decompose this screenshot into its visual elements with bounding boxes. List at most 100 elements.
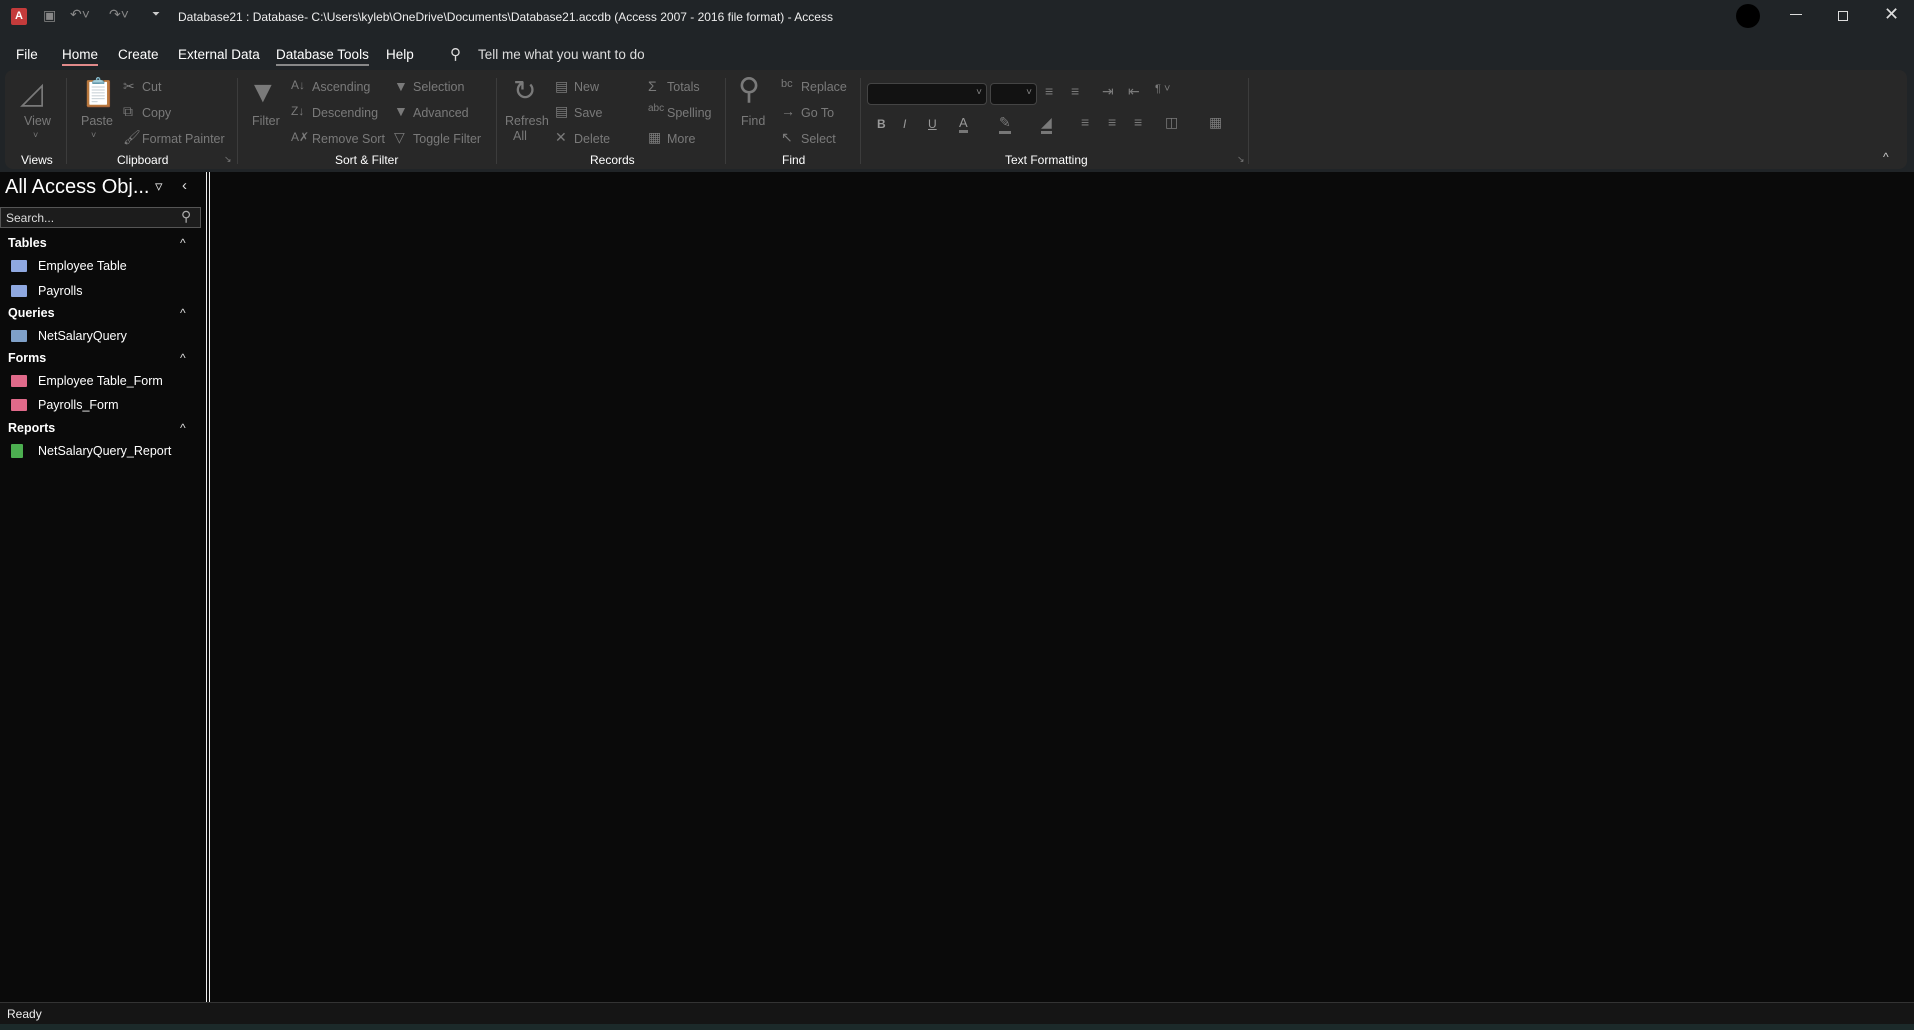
nav-group-forms[interactable]: Forms (8, 351, 46, 365)
underline-button[interactable]: U (928, 117, 937, 131)
nav-item-payrolls-form[interactable]: Payrolls_Form (38, 398, 119, 412)
search-icon: ⚲ (181, 208, 192, 224)
chevron-down-icon: ˅ (1026, 87, 1032, 98)
save-icon[interactable]: ▣ (43, 7, 56, 24)
select-icon: ↖ (781, 129, 793, 145)
goto-icon: → (781, 103, 795, 119)
nav-pane-splitter[interactable] (206, 172, 210, 1002)
nav-item-employee-table-form[interactable]: Employee Table_Form (38, 374, 163, 388)
italic-button[interactable]: I (903, 117, 906, 131)
minimize-icon[interactable] (1790, 14, 1802, 15)
select-button[interactable]: Select (801, 132, 836, 146)
advanced-button[interactable]: Advanced (413, 106, 469, 120)
more-icon: ▦ (648, 129, 662, 145)
decrease-indent-icon[interactable]: ⇤ (1128, 83, 1140, 100)
chevron-up-icon[interactable]: ^ (180, 351, 186, 365)
query-icon (11, 330, 27, 342)
filter-button[interactable]: Filter (252, 114, 280, 128)
undo-icon[interactable]: ↶˅ (70, 6, 90, 23)
refresh-all-label[interactable]: All (513, 129, 527, 143)
nav-group-queries[interactable]: Queries (8, 306, 55, 320)
title-bar: A ▣ ↶˅ ↷˅ ⏷ Database21 : Database- C:\Us… (0, 0, 1914, 34)
font-color-button[interactable]: A (959, 115, 968, 133)
descending-button[interactable]: Descending (312, 106, 378, 120)
nav-group-tables[interactable]: Tables (8, 236, 47, 250)
nav-pane-title[interactable]: All Access Obj... (5, 176, 150, 199)
nav-item-netsalaryquery[interactable]: NetSalaryQuery (38, 329, 127, 343)
tab-help[interactable]: Help (386, 47, 414, 62)
paragraph-direction-icon[interactable]: ¶ ˅ (1155, 83, 1170, 95)
increase-indent-icon[interactable]: ⇥ (1102, 83, 1114, 100)
alternate-row-color-icon[interactable]: ▦ (1209, 114, 1222, 131)
refresh-button[interactable]: Refresh (505, 114, 549, 128)
tab-home[interactable]: Home (62, 47, 99, 66)
paste-button[interactable]: Paste (81, 114, 113, 128)
spelling-button[interactable]: Spelling (667, 106, 711, 120)
ascending-button[interactable]: Ascending (312, 80, 370, 94)
nav-item-payrolls[interactable]: Payrolls (38, 284, 82, 298)
text-formatting-launcher-icon[interactable]: ↘ (1237, 154, 1245, 165)
toggle-filter-icon: ▽ (394, 129, 405, 145)
descending-icon: Z↓ (291, 104, 305, 118)
numbering-icon[interactable]: ≡ (1071, 83, 1079, 99)
tell-me-input[interactable]: Tell me what you want to do (478, 47, 645, 62)
gridlines-icon[interactable]: ◫ (1165, 114, 1178, 131)
collapse-ribbon-icon[interactable]: ^ (1883, 150, 1889, 164)
avatar[interactable] (1736, 4, 1760, 28)
find-icon: ⚲ (738, 73, 760, 106)
new-record-icon: ▤ (555, 78, 569, 94)
chevron-up-icon[interactable]: ^ (180, 421, 186, 435)
align-left-icon[interactable]: ≡ (1081, 114, 1089, 130)
fill-color-icon[interactable]: ◢ (1041, 114, 1052, 134)
nav-item-netsalaryquery-report[interactable]: NetSalaryQuery_Report (38, 444, 171, 458)
tab-database-tools[interactable]: Database Tools (276, 47, 369, 66)
nav-search-input[interactable]: Search... ⚲ (0, 207, 201, 228)
nav-menu-dropdown-icon[interactable]: ▿ (155, 177, 163, 195)
ribbon: ◿ View ˅ Views 📋 Paste ˅ ✂ Cut ⧉ Copy 🖌 … (5, 70, 1907, 169)
collapse-nav-icon[interactable]: ‹ (182, 177, 187, 194)
more-button[interactable]: More (667, 132, 695, 146)
nav-item-employee-table[interactable]: Employee Table (38, 259, 127, 273)
save-record-icon: ▤ (555, 103, 569, 119)
find-button[interactable]: Find (741, 114, 765, 128)
replace-button[interactable]: Replace (801, 80, 847, 94)
align-center-icon[interactable]: ≡ (1108, 114, 1116, 130)
restore-icon[interactable] (1838, 11, 1848, 21)
tab-external-data[interactable]: External Data (178, 47, 260, 62)
format-painter-button[interactable]: Format Painter (142, 132, 225, 146)
advanced-icon: ▼ (394, 103, 408, 119)
new-button[interactable]: New (574, 80, 599, 94)
goto-button[interactable]: Go To (801, 106, 834, 120)
cut-button[interactable]: Cut (142, 80, 161, 94)
replace-icon: bc (781, 78, 793, 90)
remove-sort-button[interactable]: Remove Sort (312, 132, 385, 146)
nav-group-reports[interactable]: Reports (8, 421, 55, 435)
chevron-up-icon[interactable]: ^ (180, 306, 186, 320)
redo-icon[interactable]: ↷˅ (109, 6, 129, 23)
highlight-icon[interactable]: ✎ (999, 114, 1011, 134)
view-button[interactable]: View (24, 114, 51, 128)
delete-button[interactable]: Delete (574, 132, 610, 146)
chevron-up-icon[interactable]: ^ (180, 236, 186, 250)
ascending-icon: A↓ (291, 78, 306, 92)
search-placeholder: Search... (6, 211, 55, 225)
copy-button[interactable]: Copy (142, 106, 171, 120)
bullets-icon[interactable]: ≡ (1045, 83, 1053, 99)
font-size-select[interactable]: ˅ (990, 83, 1037, 105)
customize-icon[interactable]: ⏷ (152, 9, 160, 20)
toggle-filter-button[interactable]: Toggle Filter (413, 132, 481, 146)
form-icon (11, 375, 27, 387)
clipboard-launcher-icon[interactable]: ↘ (224, 154, 232, 165)
cut-icon: ✂ (123, 78, 135, 94)
tab-file[interactable]: File (16, 47, 38, 62)
close-icon[interactable]: ✕ (1884, 4, 1899, 25)
align-right-icon[interactable]: ≡ (1134, 114, 1142, 130)
save-button[interactable]: Save (574, 106, 603, 120)
group-label-sort-filter: Sort & Filter (335, 153, 399, 167)
tab-create[interactable]: Create (118, 47, 159, 62)
font-name-select[interactable]: ˅ (867, 83, 987, 105)
totals-button[interactable]: Totals (667, 80, 700, 94)
bold-button[interactable]: B (877, 117, 886, 131)
group-label-clipboard: Clipboard (117, 153, 169, 167)
selection-button[interactable]: Selection (413, 80, 464, 94)
